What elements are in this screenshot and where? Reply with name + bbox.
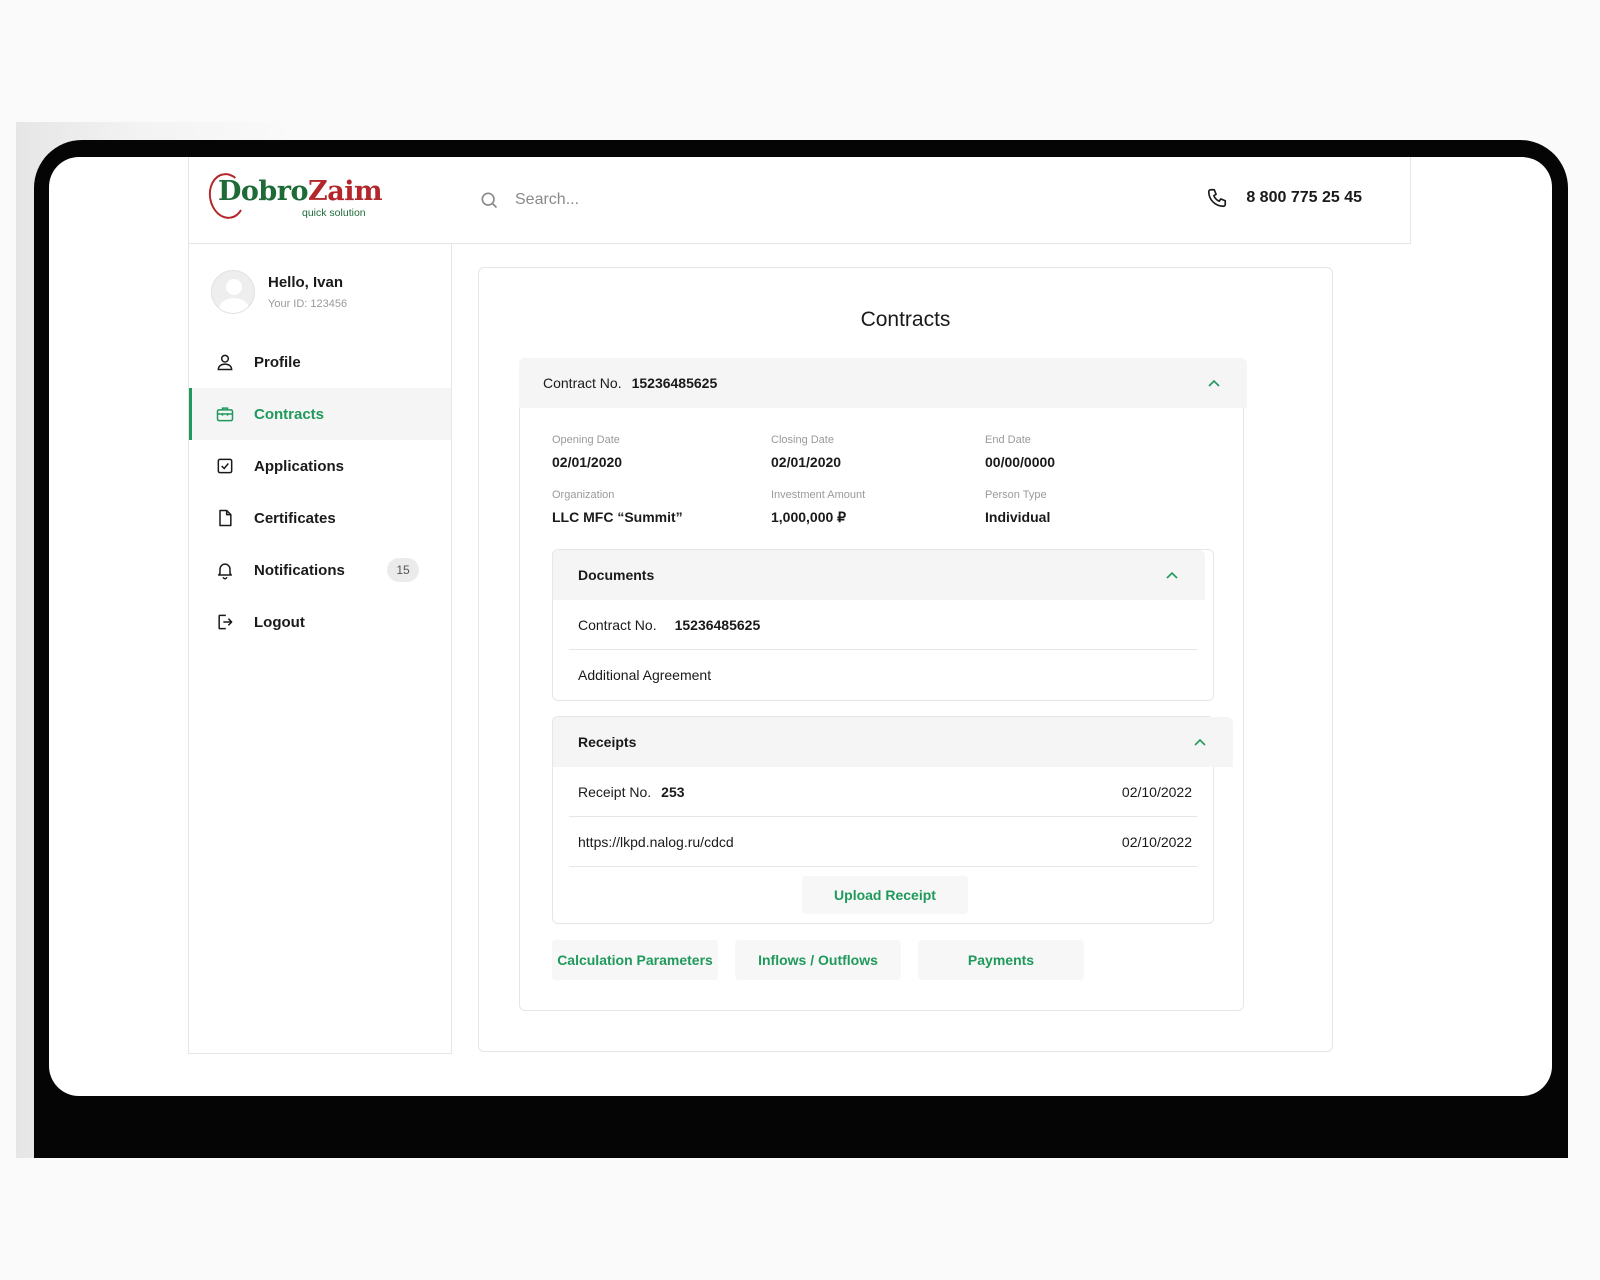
field-label: End Date bbox=[985, 434, 1031, 446]
avatar[interactable] bbox=[211, 270, 255, 314]
briefcase-icon bbox=[216, 407, 234, 422]
field-investment-amount: Investment Amount 1,000,000 ₽ bbox=[771, 489, 865, 526]
document-label: Contract No. bbox=[578, 616, 657, 633]
sidebar-item-label: Logout bbox=[254, 613, 305, 631]
user-greeting: Hello, Ivan bbox=[268, 274, 344, 291]
sidebar-item-applications[interactable]: Applications bbox=[189, 440, 451, 492]
contract-card: Contract No. 15236485625 Opening Date 02… bbox=[519, 358, 1247, 1011]
phone-icon bbox=[1208, 188, 1227, 208]
field-organization: Organization LLC MFC “Summit” bbox=[552, 489, 683, 525]
receipt-label: Receipt No. bbox=[578, 783, 652, 800]
sidebar-item-logout[interactable]: Logout bbox=[189, 596, 451, 648]
sidebar-item-label: Contracts bbox=[254, 405, 325, 423]
document-value: 15236485625 bbox=[674, 616, 761, 633]
documents-title: Documents bbox=[578, 567, 655, 583]
sidebar-item-label: Applications bbox=[254, 457, 345, 475]
field-end-date: End Date 00/00/0000 bbox=[985, 434, 1055, 470]
field-value: 00/00/0000 bbox=[985, 454, 1056, 470]
documents-header[interactable]: Documents bbox=[553, 550, 1205, 600]
field-label: Closing Date bbox=[771, 434, 834, 446]
receipt-number: 253 bbox=[661, 783, 685, 800]
receipts-section: Receipts Receipt No. 253 02/10/2022 http… bbox=[552, 716, 1233, 924]
sidebar-item-label: Certificates bbox=[254, 509, 336, 527]
field-value: Individual bbox=[985, 509, 1051, 525]
user-card: Hello, Ivan Your ID: 123456 bbox=[211, 270, 347, 314]
upload-receipt-button[interactable]: Upload Receipt bbox=[802, 876, 968, 914]
document-label: Additional Agreement bbox=[578, 667, 712, 683]
notifications-count-badge: 15 bbox=[387, 558, 419, 582]
user-id: Your ID: 123456 bbox=[268, 298, 348, 310]
checkbox-icon bbox=[217, 458, 233, 474]
document-row[interactable]: Additional Agreement bbox=[569, 650, 1197, 700]
document-icon bbox=[219, 509, 232, 527]
brand-logo[interactable]: DobroZaim quick solution bbox=[205, 170, 383, 223]
sidebar-nav: Profile Contracts Applications Certifica… bbox=[189, 336, 451, 648]
field-closing-date: Closing Date 02/01/2020 bbox=[771, 434, 841, 470]
document-row[interactable]: Contract No. 15236485625 bbox=[569, 600, 1197, 650]
chevron-up-icon[interactable] bbox=[1207, 376, 1221, 390]
backdrop-bottom bbox=[0, 1158, 1600, 1280]
field-label: Person Type bbox=[985, 489, 1047, 501]
top-header: DobroZaim quick solution 8 800 775 25 45 bbox=[188, 157, 1411, 244]
receipts-header[interactable]: Receipts bbox=[553, 717, 1233, 767]
field-label: Investment Amount bbox=[771, 489, 866, 501]
main-panel: Contracts Contract No. 15236485625 Openi… bbox=[478, 267, 1333, 1052]
field-value: LLC MFC “Summit” bbox=[552, 509, 683, 525]
chevron-up-icon[interactable] bbox=[1193, 735, 1207, 749]
documents-section: Documents Contract No. 15236485625 Addit… bbox=[552, 549, 1214, 701]
receipt-date: 02/10/2022 bbox=[1121, 833, 1192, 850]
sidebar-item-label: Notifications bbox=[254, 561, 345, 579]
field-value: 02/01/2020 bbox=[771, 454, 842, 470]
receipt-row[interactable]: Receipt No. 253 02/10/2022 bbox=[569, 767, 1197, 817]
payments-button[interactable]: Payments bbox=[918, 940, 1084, 980]
contract-no-value: 15236485625 bbox=[631, 375, 718, 391]
inflows-outflows-button[interactable]: Inflows / Outflows bbox=[735, 940, 901, 980]
logo-tagline: quick solution bbox=[302, 207, 366, 219]
app-screen: DobroZaim quick solution 8 800 775 25 45… bbox=[49, 157, 1552, 1096]
sidebar-item-label: Profile bbox=[254, 353, 301, 371]
phone-number: 8 800 775 25 45 bbox=[1246, 189, 1362, 206]
receipt-link[interactable]: https://lkpd.nalog.ru/cdcd bbox=[578, 834, 734, 850]
page-title: Contracts bbox=[860, 308, 951, 331]
sidebar-item-contracts[interactable]: Contracts bbox=[189, 388, 451, 440]
receipt-row[interactable]: https://lkpd.nalog.ru/cdcd 02/10/2022 bbox=[569, 817, 1197, 867]
field-person-type: Person Type Individual bbox=[985, 489, 1050, 525]
field-opening-date: Opening Date 02/01/2020 bbox=[552, 434, 622, 470]
logout-icon bbox=[218, 614, 233, 630]
logo-word-zaim: Zaim bbox=[308, 176, 383, 207]
field-label: Opening Date bbox=[552, 434, 620, 446]
sidebar-item-certificates[interactable]: Certificates bbox=[189, 492, 451, 544]
field-label: Organization bbox=[552, 489, 615, 501]
contract-header[interactable]: Contract No. 15236485625 bbox=[519, 358, 1247, 408]
search-bar bbox=[479, 183, 879, 217]
logo-word-dobro: Dobro bbox=[218, 176, 309, 207]
support-phone[interactable]: 8 800 775 25 45 bbox=[1206, 187, 1362, 209]
sidebar-item-notifications[interactable]: Notifications 15 bbox=[189, 544, 451, 596]
user-icon bbox=[217, 354, 233, 371]
bell-icon bbox=[218, 563, 232, 580]
calculation-parameters-button[interactable]: Calculation Parameters bbox=[552, 940, 718, 980]
search-icon[interactable] bbox=[479, 190, 499, 210]
sidebar: Hello, Ivan Your ID: 123456 Profile Cont… bbox=[188, 244, 452, 1054]
search-input[interactable] bbox=[515, 191, 815, 209]
sidebar-item-profile[interactable]: Profile bbox=[189, 336, 451, 388]
field-value: 1,000,000 ₽ bbox=[771, 509, 847, 525]
receipt-date: 02/10/2022 bbox=[1121, 783, 1192, 800]
receipts-title: Receipts bbox=[578, 734, 637, 750]
chevron-up-icon[interactable] bbox=[1165, 568, 1179, 582]
contract-no-label: Contract No. bbox=[543, 375, 622, 391]
field-value: 02/01/2020 bbox=[552, 454, 623, 470]
